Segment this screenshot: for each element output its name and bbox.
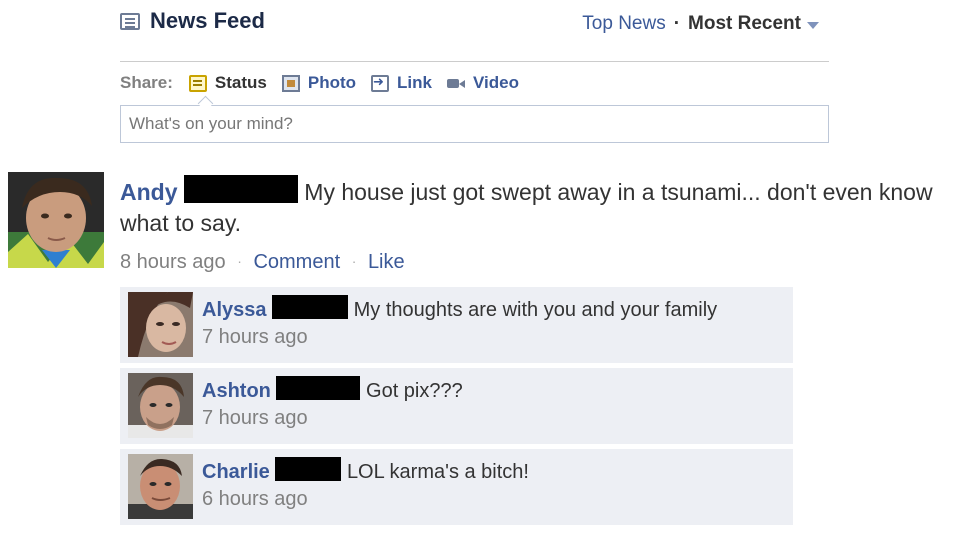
- chevron-down-icon[interactable]: [807, 21, 819, 29]
- comment-text: LOL karma's a bitch!: [346, 461, 529, 483]
- avatar-photo: [8, 172, 104, 268]
- story-author-link[interactable]: Andy: [120, 179, 178, 205]
- comment-item: Ashton Got pix??? 7 hours ago: [120, 368, 793, 444]
- share-video-label: Video: [473, 73, 519, 92]
- comment-author-link[interactable]: Ashton: [202, 380, 271, 402]
- avatar[interactable]: [128, 292, 193, 357]
- comment-body: Charlie LOL karma's a bitch! 6 hours ago: [202, 457, 785, 513]
- share-photo-tab[interactable]: Photo: [281, 73, 357, 93]
- redaction-bar: [183, 175, 298, 203]
- feed-sort: Top News · Most Recent: [582, 13, 819, 35]
- avatar[interactable]: [128, 373, 193, 438]
- comment-body: Ashton Got pix??? 7 hours ago: [202, 376, 785, 432]
- comment-text: Got pix???: [366, 380, 463, 402]
- meta-separator: ·: [237, 253, 242, 269]
- share-photo-label: Photo: [307, 73, 357, 92]
- share-bar: Share: Status Photo Link Video: [120, 72, 534, 94]
- share-status-label: Status: [214, 73, 267, 92]
- comment-line: Alyssa My thoughts are with you and your…: [202, 295, 785, 323]
- redaction-bar: [276, 376, 361, 400]
- sort-separator: ·: [673, 13, 681, 34]
- link-icon: [371, 74, 390, 92]
- page-title: News Feed: [120, 8, 265, 34]
- status-icon: [188, 74, 207, 92]
- comment-author-link[interactable]: Alyssa: [202, 299, 267, 321]
- avatar[interactable]: [8, 172, 104, 268]
- page-title-text: News Feed: [150, 8, 265, 33]
- story-time[interactable]: 8 hours ago: [120, 251, 226, 273]
- share-link-label: Link: [397, 73, 432, 92]
- comment-time: 7 hours ago: [202, 326, 308, 348]
- redaction-bar: [272, 295, 349, 319]
- avatar[interactable]: [128, 454, 193, 519]
- comment-line: Ashton Got pix???: [202, 376, 785, 404]
- top-news-link[interactable]: Top News: [582, 13, 665, 35]
- meta-separator: ·: [351, 253, 357, 269]
- share-status-tab[interactable]: Status: [188, 73, 267, 93]
- comment-link[interactable]: Comment: [253, 251, 340, 273]
- like-link[interactable]: Like: [368, 251, 405, 273]
- status-input[interactable]: [121, 106, 828, 142]
- video-icon: [447, 75, 465, 92]
- story-meta: 8 hours ago · Comment · Like: [120, 251, 940, 274]
- feed-header: News Feed Top News · Most Recent: [120, 8, 829, 62]
- status-box[interactable]: [120, 105, 829, 143]
- most-recent-selected[interactable]: Most Recent: [688, 13, 801, 35]
- avatar-photo: [128, 292, 193, 357]
- comment-line: Charlie LOL karma's a bitch!: [202, 457, 785, 485]
- comment-body: Alyssa My thoughts are with you and your…: [202, 295, 785, 351]
- comment-time: 7 hours ago: [202, 407, 308, 429]
- comments-list: Alyssa My thoughts are with you and your…: [120, 287, 793, 530]
- comment-item: Alyssa My thoughts are with you and your…: [120, 287, 793, 363]
- share-label: Share:: [120, 73, 173, 92]
- photo-icon: [281, 74, 300, 92]
- comment-author-link[interactable]: Charlie: [202, 461, 270, 483]
- news-feed-icon: [120, 12, 140, 30]
- share-link-tab[interactable]: Link: [371, 73, 432, 93]
- share-video-tab[interactable]: Video: [447, 73, 519, 93]
- story-text: Andy My house just got swept away in a t…: [120, 175, 940, 239]
- redaction-bar: [275, 457, 342, 481]
- avatar-photo: [128, 454, 193, 519]
- comment-item: Charlie LOL karma's a bitch! 6 hours ago: [120, 449, 793, 525]
- avatar-photo: [128, 373, 193, 438]
- comment-time: 6 hours ago: [202, 488, 308, 510]
- story: Andy My house just got swept away in a t…: [120, 175, 940, 274]
- comment-text: My thoughts are with you and your family: [353, 299, 718, 321]
